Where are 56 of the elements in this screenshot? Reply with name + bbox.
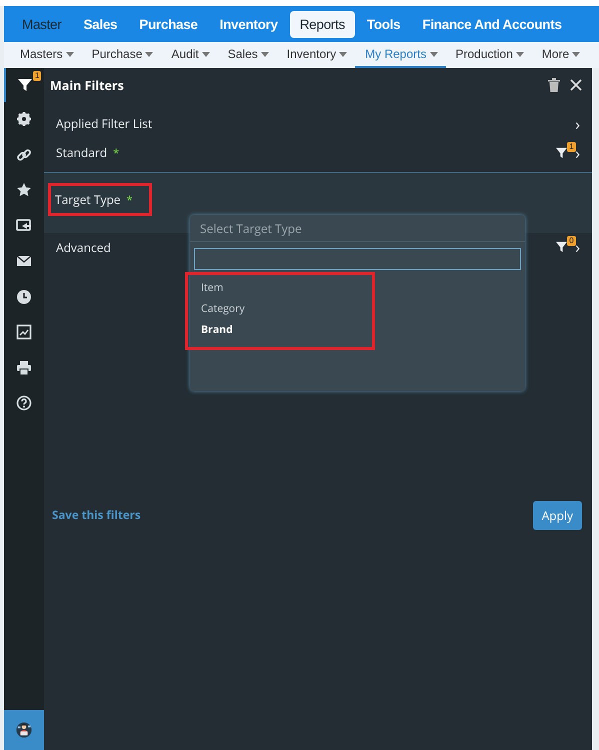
required-mark: * [113,146,120,161]
filter-label[interactable]: Applied Filter List [56,115,152,132]
filter-label[interactable]: Standard [56,144,108,161]
dropdown-option[interactable]: Item [201,281,292,295]
menu-tab[interactable]: Masters [10,42,82,68]
field-label-text: Target Type [55,191,121,208]
dropdown-option[interactable]: Brand [201,323,292,337]
star-icon[interactable] [16,182,32,198]
link-icon[interactable] [16,146,32,162]
caret-icon [145,52,154,56]
chevron-icon[interactable]: › [575,112,580,134]
caret-icon [66,52,74,56]
filter-icon[interactable] [18,78,32,92]
caret-icon [516,52,524,56]
select-field[interactable]: Select Target Type [190,215,525,242]
close-icon[interactable] [570,79,582,91]
trash-icon[interactable] [548,78,560,92]
menu-tab[interactable]: Audit [161,42,218,68]
required-mark: * [126,193,133,208]
count-badge: 1 [33,71,42,81]
nav-tab[interactable]: Tools [356,10,410,38]
menu-tab[interactable]: Purchase [82,42,162,68]
search-field[interactable] [194,248,521,270]
caret-icon [260,52,269,56]
save-filters-link[interactable]: Save this filters [52,508,141,523]
nav-tab[interactable]: Master [12,10,72,38]
settings-icon[interactable] [16,111,32,127]
filter-label[interactable]: Advanced [56,238,111,256]
filter-icon[interactable] [556,241,568,253]
menu-tab[interactable]: Sales [218,42,277,68]
share-screen-icon[interactable] [16,218,32,234]
mail-icon[interactable] [16,253,32,269]
clock-icon[interactable] [16,288,32,304]
menu-tab[interactable]: Production [446,42,532,68]
apply-button[interactable]: Apply [532,501,582,530]
printer-icon[interactable] [16,360,32,376]
nav-tab[interactable]: Purchase [129,10,208,38]
caret-icon [430,52,438,56]
panel-title: Main Filters [50,76,125,94]
menu-tab[interactable]: Inventory [276,42,356,68]
nav-tab[interactable]: Inventory [210,10,288,38]
menu-tab[interactable]: More [532,42,588,68]
nav-tab[interactable]: Reports [290,10,355,38]
nav-tab[interactable]: Finance And Accounts [412,10,572,38]
count-badge: 1 [567,142,576,152]
caret-icon [572,52,580,56]
help-icon[interactable] [16,395,32,411]
chart-icon[interactable] [16,324,32,340]
caret-icon [202,52,210,56]
filter-icon[interactable] [556,146,568,158]
nav-tab[interactable]: Sales [73,10,128,38]
dropdown-option[interactable]: Category [201,302,292,316]
chevron-icon[interactable]: › [575,142,580,164]
chevron-icon[interactable]: › [575,236,580,258]
count-badge: 0 [567,236,576,246]
caret-icon [339,52,348,56]
